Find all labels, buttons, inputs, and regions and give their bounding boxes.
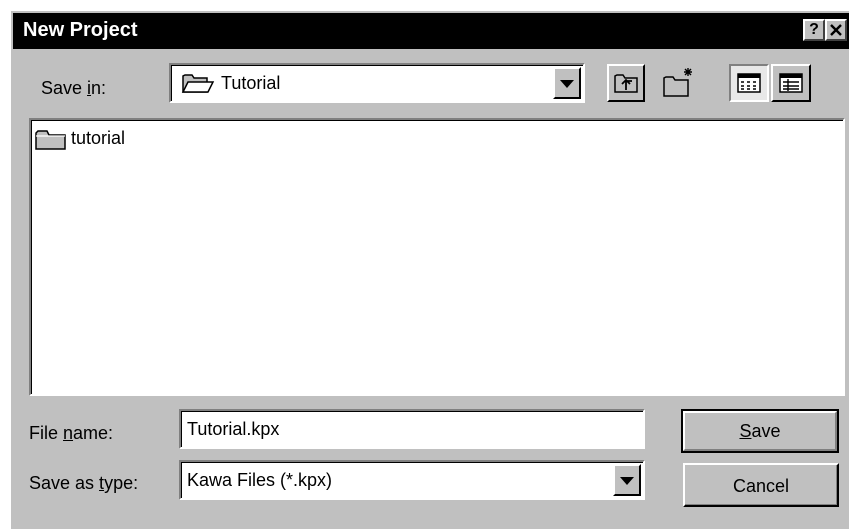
save-as-type-label: Save as type: bbox=[29, 473, 139, 493]
chevron-down-icon bbox=[620, 477, 634, 485]
folder-open-icon bbox=[181, 74, 215, 93]
file-list-pane[interactable]: tutorial bbox=[29, 118, 845, 396]
details-view-icon bbox=[779, 73, 803, 93]
list-item-label: tutorial bbox=[71, 128, 126, 148]
save-as-type-dropdown-button[interactable] bbox=[613, 464, 641, 496]
title-bar[interactable]: New Project ? bbox=[13, 13, 849, 49]
save-button-label: Save bbox=[739, 421, 781, 441]
save-as-type-value: Kawa Files (*.kpx) bbox=[187, 470, 333, 490]
folder-icon bbox=[35, 130, 66, 150]
save-in-dropdown-button[interactable] bbox=[553, 67, 581, 99]
chevron-down-icon bbox=[560, 80, 574, 88]
up-one-level-icon bbox=[614, 74, 638, 93]
create-new-folder-button[interactable] bbox=[661, 64, 699, 102]
list-view-button[interactable] bbox=[729, 64, 769, 102]
cancel-button-label: Cancel bbox=[732, 476, 790, 496]
save-in-value: Tutorial bbox=[221, 73, 281, 93]
new-project-dialog: New Project ? Save in: Tutorial tutorial… bbox=[9, 9, 849, 529]
close-button[interactable] bbox=[825, 19, 847, 41]
cancel-button[interactable]: Cancel bbox=[683, 463, 839, 507]
close-icon bbox=[830, 24, 842, 36]
help-button[interactable]: ? bbox=[803, 19, 825, 41]
up-one-level-button[interactable] bbox=[607, 64, 645, 102]
details-view-button[interactable] bbox=[771, 64, 811, 102]
save-in-label: Save in: bbox=[41, 78, 107, 98]
file-name-input[interactable]: Tutorial.kpx bbox=[179, 409, 645, 449]
save-button[interactable]: Save bbox=[681, 409, 839, 453]
list-view-icon bbox=[737, 73, 761, 93]
create-new-folder-icon bbox=[663, 68, 692, 97]
file-name-value: Tutorial.kpx bbox=[187, 419, 280, 439]
window-title: New Project bbox=[23, 19, 138, 41]
save-in-dropdown[interactable]: Tutorial bbox=[169, 63, 585, 103]
file-name-label: File name: bbox=[29, 423, 114, 443]
save-as-type-dropdown[interactable]: Kawa Files (*.kpx) bbox=[179, 460, 645, 500]
